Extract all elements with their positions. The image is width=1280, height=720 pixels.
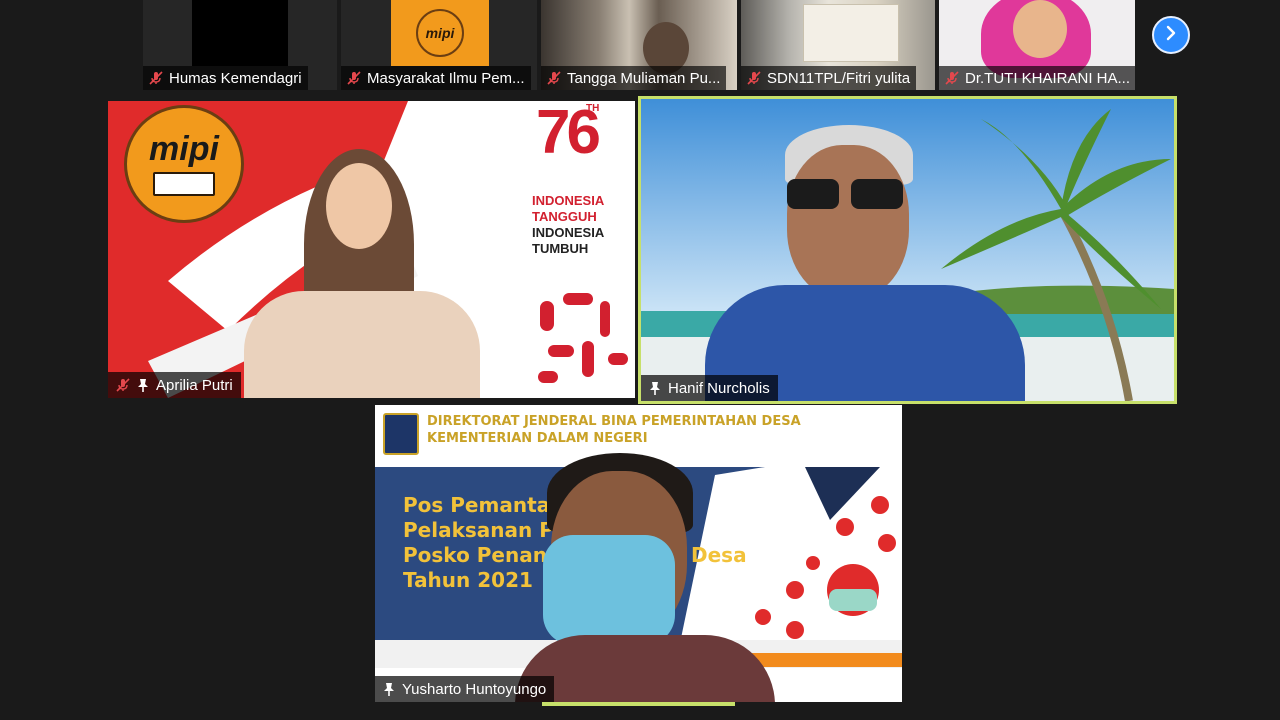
anniversary-line1: INDONESIA bbox=[532, 193, 605, 208]
participant-namebar: Yusharto Huntoyungo bbox=[375, 676, 555, 702]
thumbnail-sdn11tpl[interactable]: SDN11TPL/Fitri yulita bbox=[741, 0, 935, 90]
participant-face bbox=[787, 145, 909, 299]
dirjen-line2: KEMENTERIAN DALAM NEGERI bbox=[427, 431, 648, 446]
participant-body bbox=[244, 291, 480, 398]
mic-off-icon bbox=[149, 71, 163, 85]
mipi-small-logo: mipi bbox=[416, 9, 464, 57]
participant-namebar: Hanif Nurcholis bbox=[641, 375, 778, 401]
participant-namebar: SDN11TPL/Fitri yulita bbox=[741, 66, 917, 90]
book-icon bbox=[153, 172, 215, 196]
participant-name: Aprilia Putri bbox=[156, 376, 233, 394]
pin-icon bbox=[383, 682, 395, 696]
participant-namebar: Humas Kemendagri bbox=[143, 66, 308, 90]
anniversary-line2: TANGGUH bbox=[532, 209, 597, 224]
pin-icon bbox=[137, 378, 149, 392]
anniversary-suffix: TH bbox=[586, 103, 600, 114]
participant-name: Humas Kemendagri bbox=[169, 69, 302, 87]
participant-name: Tangga Muliaman Pu... bbox=[567, 69, 721, 87]
participant-glasses bbox=[787, 179, 905, 209]
dirjen-line1: DIREKTORAT JENDERAL BINA PEMERINTAHAN DE… bbox=[427, 414, 801, 429]
wall-poster bbox=[803, 4, 899, 62]
pin-icon bbox=[649, 381, 661, 395]
participant-name: Dr.TUTI KHAIRANI HA... bbox=[965, 69, 1131, 87]
video-tile-hanif-nurcholis[interactable]: Hanif Nurcholis bbox=[641, 99, 1174, 401]
mipi-small-logo-text: mipi bbox=[425, 25, 455, 41]
participant-face bbox=[326, 163, 392, 249]
mic-off-icon bbox=[347, 71, 361, 85]
participant-name: Yusharto Huntoyungo bbox=[402, 680, 547, 698]
mic-off-icon bbox=[547, 71, 561, 85]
mic-off-icon bbox=[747, 71, 761, 85]
participant-namebar: Aprilia Putri bbox=[108, 372, 241, 398]
anniversary-logo: 76 TH INDONESIA TANGGUH INDONESIA TUMBUH bbox=[532, 101, 632, 263]
participant-namebar: Tangga Muliaman Pu... bbox=[541, 66, 727, 90]
participant-name: Masyarakat Ilmu Pem... bbox=[367, 69, 525, 87]
thumbnail-tangga-muliaman[interactable]: Tangga Muliaman Pu... bbox=[541, 0, 737, 90]
thumbnail-dr-tuti[interactable]: Dr.TUTI KHAIRANI HA... bbox=[939, 0, 1135, 90]
participant-name: SDN11TPL/Fitri yulita bbox=[767, 69, 911, 87]
thumbnail-humas-kemendagri[interactable]: Humas Kemendagri bbox=[143, 0, 337, 90]
participant-name: Hanif Nurcholis bbox=[668, 379, 770, 397]
mipi-logo: mipi bbox=[124, 105, 244, 223]
anniversary-line4: TUMBUH bbox=[532, 241, 589, 256]
chevron-right-icon bbox=[1163, 25, 1179, 46]
mipi-video: mipi bbox=[391, 0, 489, 66]
video-off-placeholder bbox=[192, 0, 288, 66]
mipi-logo-text: mipi bbox=[149, 130, 219, 168]
next-page-button[interactable] bbox=[1152, 16, 1190, 54]
face-mask bbox=[543, 535, 675, 645]
anniversary-line3: INDONESIA bbox=[532, 225, 605, 240]
video-tile-yusharto-huntoyungo[interactable]: DIREKTORAT JENDERAL BINA PEMERINTAHAN DE… bbox=[375, 405, 902, 702]
mic-off-icon bbox=[116, 378, 130, 392]
mic-off-icon bbox=[945, 71, 959, 85]
banner-line4: Tahun 2021 bbox=[403, 568, 533, 592]
thumbnail-masyarakat-ilmu[interactable]: mipi Masyarakat Ilmu Pem... bbox=[341, 0, 537, 90]
video-tile-aprilia-putri[interactable]: mipi 76 TH INDONESIA TANGGUH INDONESIA T… bbox=[108, 101, 635, 398]
kemendagri-emblem bbox=[383, 413, 419, 455]
banner-line3b: Desa bbox=[691, 543, 747, 567]
participant-namebar: Masyarakat Ilmu Pem... bbox=[341, 66, 531, 90]
speaking-indicator-bar bbox=[542, 702, 735, 706]
participant-face bbox=[1013, 0, 1067, 58]
participant-namebar: Dr.TUTI KHAIRANI HA... bbox=[939, 66, 1135, 90]
